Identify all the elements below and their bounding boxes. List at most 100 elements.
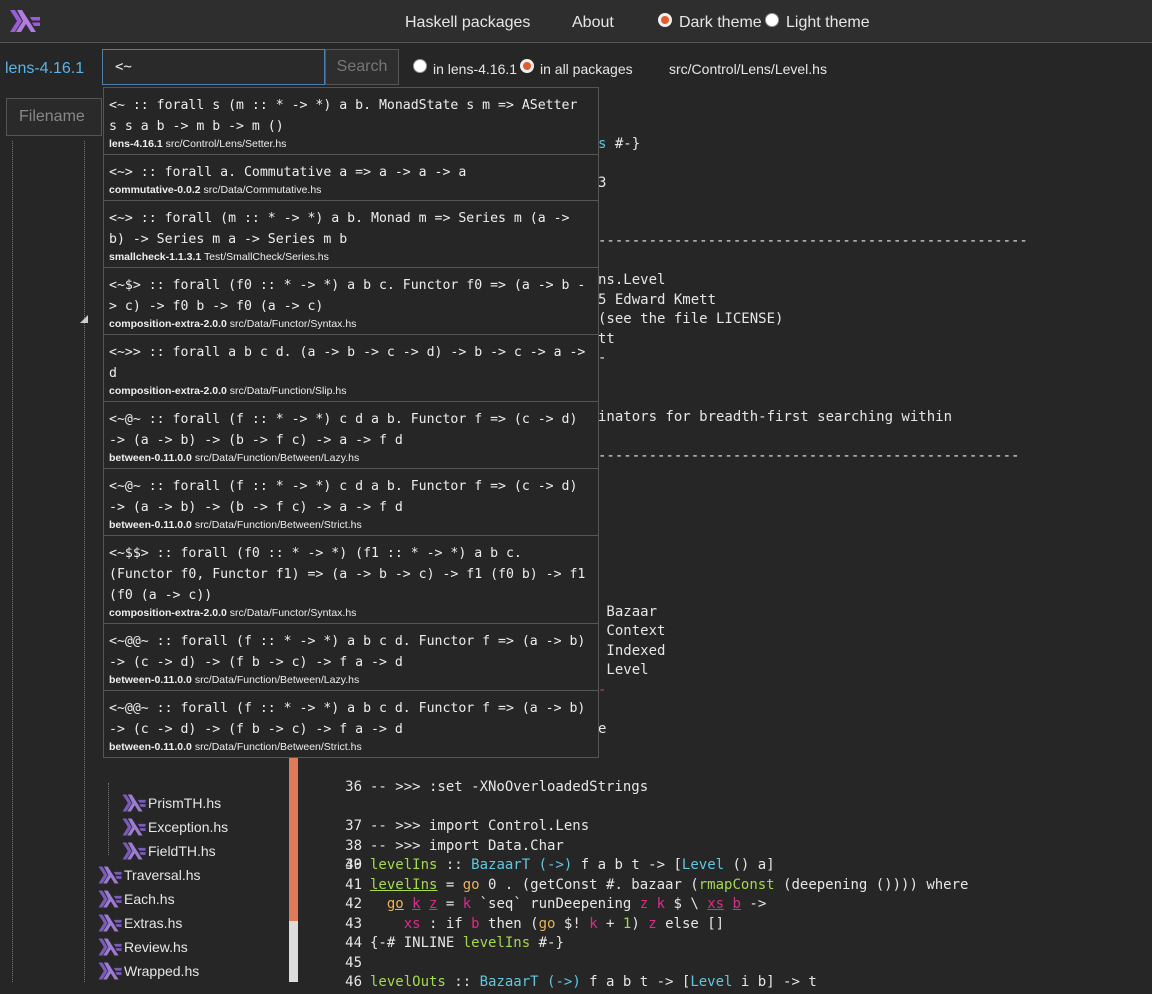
tree-item-file[interactable]: Extras.hs bbox=[98, 912, 182, 934]
haskell-logo-icon[interactable] bbox=[10, 8, 40, 34]
code-line: 38 -- >>> import Data.Char bbox=[345, 838, 564, 854]
light-theme-label[interactable]: Light theme bbox=[786, 14, 870, 32]
tree-guide-line bbox=[108, 783, 109, 855]
suggestion-item[interactable]: <~@~ :: forall (f :: * -> *) c d a b. Fu… bbox=[104, 469, 598, 536]
haskell-file-icon bbox=[122, 842, 146, 860]
file-path-breadcrumb: src/Control/Lens/Level.hs bbox=[669, 61, 827, 77]
suggestion-signature: <~@@~ :: forall (f :: * -> *) a b c d. F… bbox=[109, 634, 594, 670]
tree-item-label: Review.hs bbox=[124, 939, 188, 955]
code-fragment: - bbox=[598, 682, 607, 698]
search-input[interactable] bbox=[102, 49, 325, 85]
suggestion-source: commutative-0.0.2 src/Data/Commutative.h… bbox=[109, 184, 322, 196]
nav-about-link[interactable]: About bbox=[572, 14, 614, 32]
nav-haskell-packages-link[interactable]: Haskell packages bbox=[405, 14, 530, 32]
collapse-triangle-icon[interactable] bbox=[80, 315, 88, 323]
suggestion-source: smallcheck-1.1.3.1 Test/SmallCheck/Serie… bbox=[109, 251, 329, 263]
suggestion-item[interactable]: <~@@~ :: forall (f :: * -> *) a b c d. F… bbox=[104, 624, 598, 691]
package-name-link[interactable]: lens-4.16.1 bbox=[5, 60, 84, 78]
suggestion-signature: <~>> :: forall a b c d. (a -> b -> c -> … bbox=[109, 345, 594, 381]
suggestion-item[interactable]: <~> :: forall a. Commutative a => a -> a… bbox=[104, 155, 598, 201]
scope-all-radio[interactable] bbox=[520, 59, 534, 73]
code-fragment: inators for breadth-first searching with… bbox=[598, 409, 953, 425]
code-line: 43 xs : if b then (go $! k + 1) z else [… bbox=[345, 916, 725, 932]
code-fragment: Bazaar bbox=[598, 604, 658, 620]
suggestion-signature: <~@~ :: forall (f :: * -> *) c d a b. Fu… bbox=[109, 412, 586, 448]
code-fragment: Indexed bbox=[598, 643, 666, 659]
code-fragment: e bbox=[598, 721, 607, 737]
tree-item-file[interactable]: FieldTH.hs bbox=[122, 840, 216, 862]
haskell-file-icon bbox=[122, 818, 146, 836]
dark-theme-radio[interactable] bbox=[658, 13, 672, 27]
suggestion-source: lens-4.16.1 src/Control/Lens/Setter.hs bbox=[109, 138, 287, 150]
tree-item-label: PrismTH.hs bbox=[148, 795, 222, 811]
sidebar-scrollbar-thumb[interactable] bbox=[289, 921, 298, 982]
haskell-file-icon bbox=[98, 866, 122, 884]
suggestion-source: between-0.11.0.0 src/Data/Function/Betwe… bbox=[109, 674, 360, 686]
suggestion-source: between-0.11.0.0 src/Data/Function/Betwe… bbox=[109, 741, 362, 753]
suggestion-signature: <~$> :: forall (f0 :: * -> *) a b c. Fun… bbox=[109, 278, 586, 314]
suggestion-item[interactable]: <~> :: forall (m :: * -> *) a b. Monad m… bbox=[104, 201, 598, 268]
suggestion-signature: <~ :: forall s (m :: * -> *) a b. MonadS… bbox=[109, 98, 586, 134]
tree-item-label: Traversal.hs bbox=[124, 867, 201, 883]
haskell-file-icon bbox=[122, 794, 146, 812]
tree-item-label: Extras.hs bbox=[124, 915, 183, 931]
suggestion-source: composition-extra-2.0.0 src/Data/Functor… bbox=[109, 318, 357, 330]
search-button[interactable]: Search bbox=[325, 49, 399, 85]
scope-package-label[interactable]: in lens-4.16.1 bbox=[433, 61, 517, 77]
suggestion-item[interactable]: <~@@~ :: forall (f :: * -> *) a b c d. F… bbox=[104, 691, 598, 757]
suggestion-item[interactable]: <~>> :: forall a b c d. (a -> b -> c -> … bbox=[104, 335, 598, 402]
code-line: 37 -- >>> import Control.Lens bbox=[345, 818, 590, 834]
tree-guide-line bbox=[84, 141, 85, 982]
dark-theme-label[interactable]: Dark theme bbox=[679, 14, 762, 32]
code-fragment: Context bbox=[598, 623, 666, 639]
tree-guide-line bbox=[12, 141, 13, 982]
code-fragment: ns.Level bbox=[598, 272, 666, 288]
suggestion-source: between-0.11.0.0 src/Data/Function/Betwe… bbox=[109, 519, 362, 531]
suggestion-source: composition-extra-2.0.0 src/Data/Functor… bbox=[109, 607, 357, 619]
tree-item-label: Each.hs bbox=[124, 891, 175, 907]
code-fragment: (see the file LICENSE) bbox=[598, 311, 784, 327]
code-line: 45 bbox=[345, 955, 362, 971]
code-line: 46 levelOuts :: BazaarT (->) f a b t -> [… bbox=[345, 974, 817, 990]
scope-all-label[interactable]: in all packages bbox=[540, 61, 633, 77]
scope-package-radio[interactable] bbox=[413, 59, 427, 73]
haskell-file-icon bbox=[98, 938, 122, 956]
top-bar: Haskell packages About Dark theme Light … bbox=[0, 0, 1152, 43]
code-line: 41 levelIns = go 0 . (getConst #. bazaar … bbox=[345, 877, 969, 893]
suggestion-signature: <~> :: forall a. Commutative a => a -> a… bbox=[109, 165, 467, 180]
light-theme-radio[interactable] bbox=[765, 13, 779, 27]
suggestion-signature: <~@~ :: forall (f :: * -> *) c d a b. Fu… bbox=[109, 479, 586, 515]
tree-item-file[interactable]: PrismTH.hs bbox=[122, 792, 221, 814]
suggestion-signature: <~@@~ :: forall (f :: * -> *) a b c d. F… bbox=[109, 701, 594, 737]
tree-item-label: FieldTH.hs bbox=[148, 843, 216, 859]
code-line: 44 {-# INLINE levelIns #-} bbox=[345, 935, 564, 951]
tree-item-file[interactable]: Each.hs bbox=[98, 888, 175, 910]
suggestion-item[interactable]: <~ :: forall s (m :: * -> *) a b. MonadS… bbox=[104, 88, 598, 155]
suggestion-item[interactable]: <~$> :: forall (f0 :: * -> *) a b c. Fun… bbox=[104, 268, 598, 335]
code-fragment: - bbox=[598, 350, 607, 366]
tree-item-file[interactable]: Review.hs bbox=[98, 936, 188, 958]
tree-item-file[interactable]: Exception.hs bbox=[122, 816, 228, 838]
suggestion-signature: <~$$> :: forall (f0 :: * -> *) (f1 :: * … bbox=[109, 546, 594, 603]
code-line: 36 -- >>> :set -XNoOverloadedStrings bbox=[345, 779, 649, 795]
code-fragment: ----------------------------------------… bbox=[598, 233, 1028, 249]
code-fragment: s #-} bbox=[598, 136, 641, 152]
code-fragment: ----------------------------------------… bbox=[598, 448, 1020, 464]
tree-item-file[interactable]: Wrapped.hs bbox=[98, 960, 199, 982]
code-line: 40 levelIns :: BazaarT (->) f a b t -> [L… bbox=[345, 857, 775, 873]
haskell-file-icon bbox=[98, 890, 122, 908]
suggestion-source: composition-extra-2.0.0 src/Data/Functio… bbox=[109, 385, 347, 397]
code-fragment: tt bbox=[598, 331, 615, 347]
code-line: 42 go k z = k `seq` runDeepening z k $ \… bbox=[345, 896, 767, 912]
search-toolbar: lens-4.16.1 Search in lens-4.16.1 in all… bbox=[0, 43, 1152, 93]
tree-item-label: Exception.hs bbox=[148, 819, 229, 835]
suggestion-source: between-0.11.0.0 src/Data/Function/Betwe… bbox=[109, 452, 360, 464]
code-fragment: Level bbox=[598, 662, 649, 678]
suggestion-item[interactable]: <~$$> :: forall (f0 :: * -> *) (f1 :: * … bbox=[104, 536, 598, 624]
suggestion-item[interactable]: <~@~ :: forall (f :: * -> *) c d a b. Fu… bbox=[104, 402, 598, 469]
code-fragment: 3 bbox=[598, 175, 607, 191]
code-fragment: 5 Edward Kmett bbox=[598, 292, 717, 308]
tree-item-file[interactable]: Traversal.hs bbox=[98, 864, 201, 886]
suggestion-signature: <~> :: forall (m :: * -> *) a b. Monad m… bbox=[109, 211, 578, 247]
filename-filter-input[interactable]: Filename bbox=[6, 98, 102, 136]
